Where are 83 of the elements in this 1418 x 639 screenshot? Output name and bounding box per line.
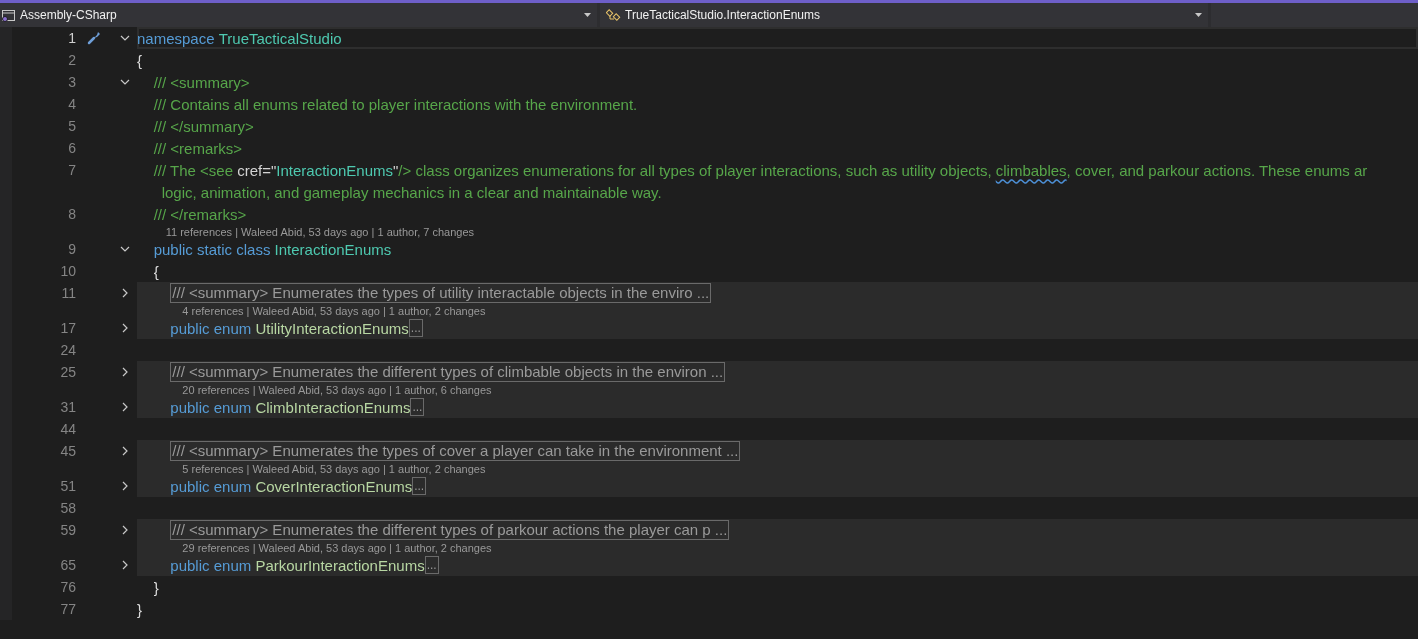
line-number: 7 (67, 162, 76, 178)
type-name: InteractionEnums (274, 240, 392, 258)
keyword: public enum (169, 477, 253, 495)
collapsed-comment[interactable]: /// <summary> Enumerates the different types of climbable objects in the environ ... (170, 362, 726, 382)
line-number: 3 (67, 74, 76, 90)
codelens-info[interactable]: 5 references | Waleed Abid, 53 days ago | 1 author, 2 changes (182, 462, 486, 475)
collapsed-comment[interactable]: /// <summary> Enumerates the different types of parkour actions the player can p ... (170, 520, 730, 540)
enum-name: ClimbInteractionEnums (255, 398, 411, 416)
line-number: 11 (60, 285, 76, 301)
type-name: TrueTacticalStudio (218, 29, 342, 47)
project-icon (1, 8, 16, 22)
chevron-right-icon[interactable] (121, 288, 128, 298)
navigation-dropdown[interactable]: TrueTacticalStudio.InteractionEnums (600, 3, 1208, 27)
chevron-right-icon[interactable] (121, 323, 128, 333)
keyword: namespace (137, 29, 216, 47)
doc-comment: /// <summary> (152, 73, 250, 91)
dropdown-arrow-icon (584, 13, 591, 17)
enum-name: CoverInteractionEnums (255, 477, 413, 495)
codelens-info[interactable]: 20 references | Waleed Abid, 53 days ago | 1 author, 6 changes (182, 383, 492, 396)
xml-attribute: cref=" (237, 161, 277, 179)
line-number: 9 (67, 241, 76, 257)
collapsed-comment[interactable]: /// <summary> Enumerates the types of utility interactable objects in the enviro ... (170, 283, 712, 303)
collapsed-body[interactable]: ... (412, 477, 427, 495)
doc-comment: logic, animation, and gameplay mechanics in a clear and maintainable way. (161, 183, 662, 201)
brace: } (152, 578, 159, 596)
line-number: 51 (59, 478, 76, 494)
brace: { (137, 51, 142, 69)
enum-name: ParkourInteractionEnums (255, 556, 425, 574)
misspelled-word: climbables (995, 161, 1067, 179)
chevron-down-icon[interactable] (119, 35, 130, 41)
keyword: public enum (169, 556, 253, 574)
line-number: 44 (59, 421, 76, 437)
line-number: 6 (67, 140, 76, 156)
line-number: 77 (59, 601, 76, 617)
chevron-right-icon[interactable] (121, 525, 128, 535)
chevron-right-icon[interactable] (121, 481, 128, 491)
doc-comment: /// Contains all enums related to player interactions with the environment. (152, 95, 638, 113)
collapsed-body[interactable]: ... (408, 319, 423, 337)
enum-name: UtilityInteractionEnums (255, 319, 409, 337)
codelens-info[interactable]: 29 references | Waleed Abid, 53 days ago | 1 author, 2 changes (182, 541, 492, 554)
doc-comment: /// <remarks> (152, 139, 243, 157)
line-number: 4 (67, 96, 76, 112)
chevron-right-icon[interactable] (121, 367, 128, 377)
chevron-right-icon[interactable] (121, 446, 128, 456)
line-number: 5 (67, 118, 76, 134)
line-number: 10 (59, 263, 76, 279)
dropdown-arrow-icon (1195, 13, 1202, 17)
line-number: 25 (59, 364, 76, 380)
doc-comment: /// The <see (152, 161, 235, 179)
line-number: 31 (59, 399, 76, 415)
chevron-down-icon[interactable] (119, 79, 130, 85)
line-number: 17 (59, 320, 76, 336)
chevron-right-icon[interactable] (121, 560, 128, 570)
chevron-down-icon[interactable] (119, 246, 130, 252)
xml-attribute-value: InteractionEnums (276, 161, 394, 179)
line-number: 24 (59, 342, 76, 358)
doc-comment: , cover, and parkour actions. These enums ar (1066, 161, 1368, 179)
collapsed-comment[interactable]: /// <summary> Enumerates the types of cover a player can take in the environment ... (170, 441, 741, 461)
doc-comment: /// </summary> (152, 117, 254, 135)
navigation-dropdown[interactable]: Assembly-CSharp (0, 3, 597, 27)
doc-comment: /> class organizes enumerations for all types of player interactions, such as utility objects, (398, 161, 993, 179)
screwdriver-icon[interactable] (87, 31, 101, 45)
keyword: public enum (169, 398, 253, 416)
line-number: 1 (67, 30, 76, 46)
keyword: public static class (152, 240, 272, 258)
line-number: 2 (67, 52, 76, 68)
line-number: 58 (59, 500, 76, 516)
xml-attribute: " (393, 161, 399, 179)
brace: } (137, 600, 142, 618)
brace: { (152, 262, 159, 280)
line-number: 8 (67, 206, 76, 222)
class-icon (606, 7, 621, 23)
line-number: 76 (59, 579, 76, 595)
collapsed-body[interactable]: ... (424, 556, 439, 574)
line-number: 45 (59, 443, 76, 459)
doc-comment: /// </remarks> (152, 205, 247, 223)
collapsed-body[interactable]: ... (410, 398, 425, 416)
line-number: 65 (59, 557, 76, 573)
codelens-info[interactable]: 4 references | Waleed Abid, 53 days ago | 1 author, 2 changes (182, 304, 486, 317)
keyword: public enum (169, 319, 253, 337)
line-number: 59 (59, 522, 76, 538)
codelens-info[interactable]: 11 references | Waleed Abid, 53 days ago | 1 author, 7 changes (165, 225, 475, 238)
chevron-right-icon[interactable] (121, 402, 128, 412)
